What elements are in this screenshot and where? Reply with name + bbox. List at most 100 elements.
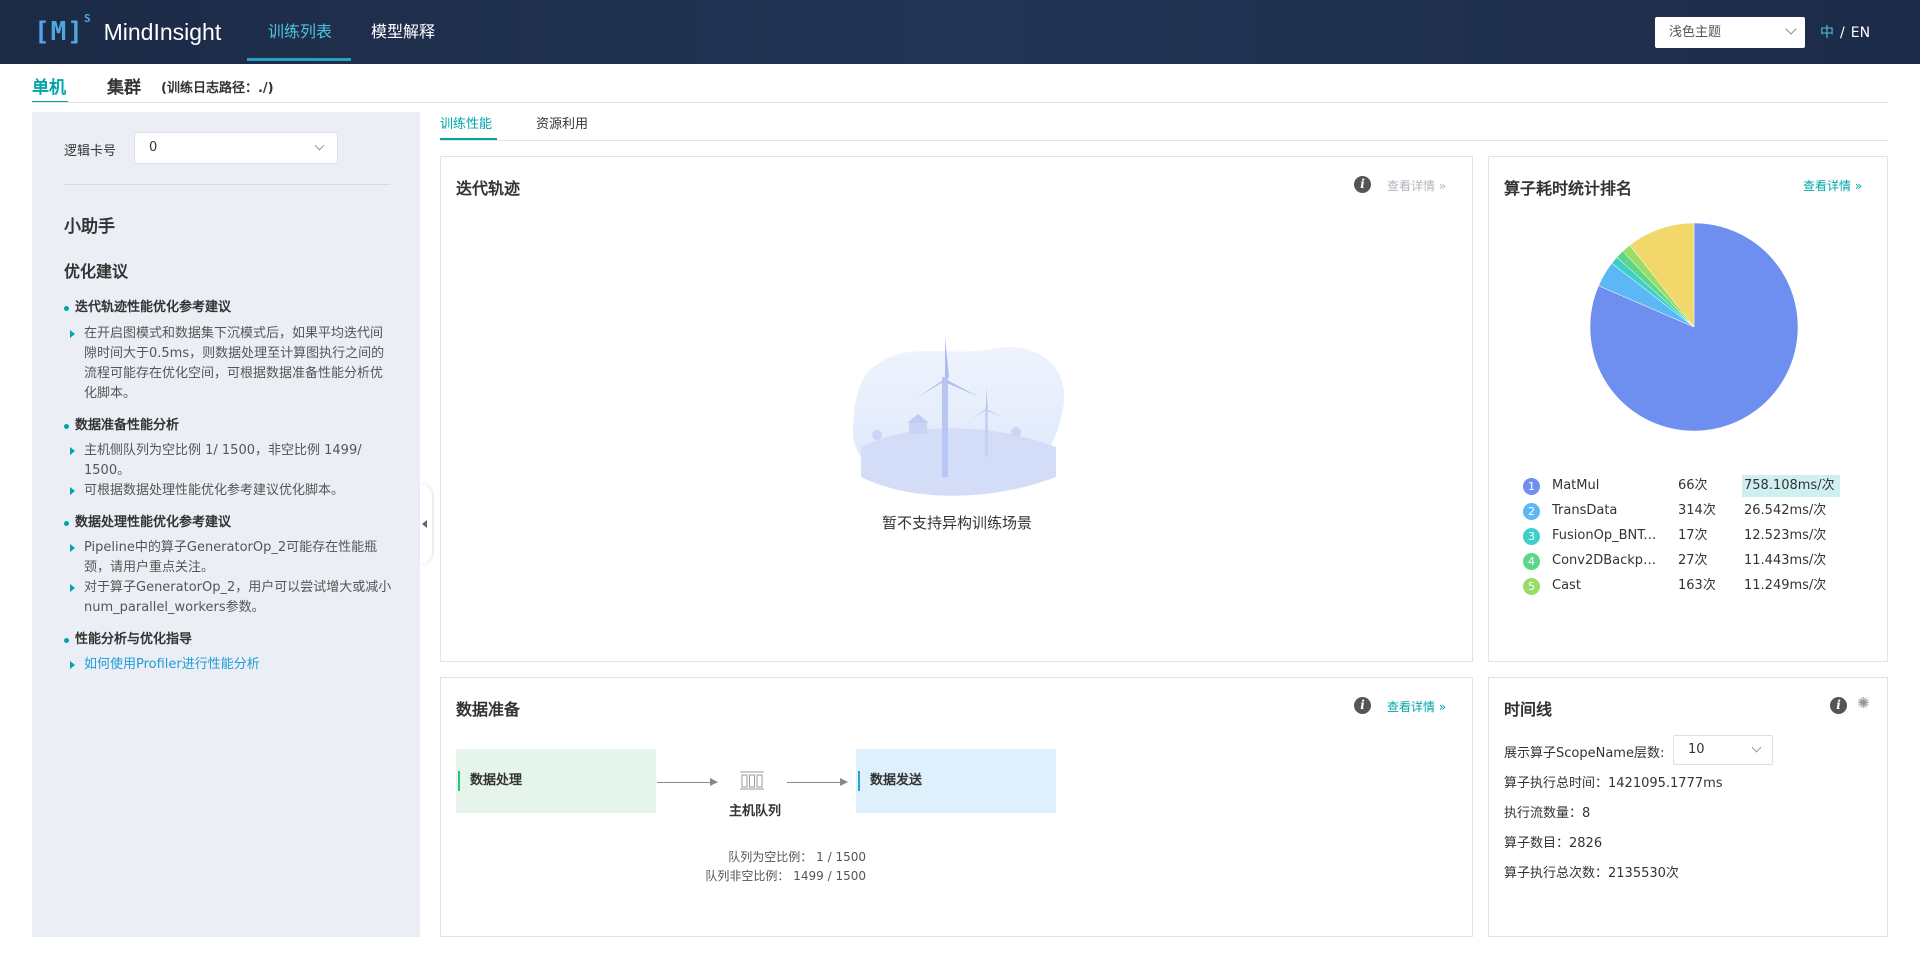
chevron-down-icon — [1751, 742, 1762, 753]
nav-train-list[interactable]: 训练列表 — [268, 0, 332, 64]
operator-name: Cast — [1552, 578, 1581, 593]
helper-title: 小助手 — [64, 217, 115, 237]
view-details-link[interactable]: 查看详情 » — [1387, 698, 1446, 715]
operator-count: 27次 — [1678, 553, 1708, 568]
operator-name: TransData — [1552, 503, 1618, 518]
scope-depth-select[interactable]: 10 — [1673, 735, 1773, 765]
queue-icon — [740, 771, 764, 790]
panel-title: 迭代轨迹 — [456, 179, 521, 198]
suggestion-group-title: 性能分析与优化指导 — [64, 630, 394, 650]
operator-name: FusionOp_BNTrainingUpdate — [1552, 528, 1660, 543]
stream-count: 执行流数量：8 — [1504, 806, 1591, 821]
tab-single[interactable]: 单机 — [32, 73, 66, 98]
theme-select-value: 浅色主题 — [1669, 25, 1722, 40]
operator-count: 314次 — [1678, 503, 1716, 518]
empty-illustration — [852, 337, 1065, 496]
legend-row[interactable]: 1 MatMul 66次 758.108ms/次 — [1523, 475, 1853, 500]
gear-icon[interactable]: ✺ — [1857, 694, 1870, 712]
view-details-link[interactable]: 查看详情 » — [1803, 177, 1862, 194]
panel-title: 时间线 — [1504, 700, 1553, 719]
card-select[interactable]: 0 — [134, 132, 338, 164]
operator-count: 17次 — [1678, 528, 1708, 543]
log-path: (训练日志路径：./) — [161, 81, 274, 96]
suggestion-item: Pipeline中的算子GeneratorOp_2可能存在性能瓶颈，请用户重点关… — [64, 538, 394, 578]
total-exec-time: 算子执行总时间：1421095.1777ms — [1504, 776, 1723, 791]
rank-badge: 2 — [1523, 503, 1540, 520]
rank-badge: 3 — [1523, 528, 1540, 545]
scope-depth-label: 展示算子ScopeName层数: — [1504, 746, 1665, 761]
lang-separator: / — [1840, 25, 1845, 41]
suggestion-item: 可根据数据处理性能优化参考建议优化脚本。 — [64, 481, 394, 501]
info-icon[interactable]: i — [1354, 176, 1371, 193]
data-send-box[interactable]: 数据发送 — [856, 749, 1056, 813]
mindinsight-logo[interactable]: [M]S MindInsight — [34, 12, 222, 50]
operator-pie-chart — [1589, 222, 1799, 432]
legend-row[interactable]: 3 FusionOp_BNTrainingUpdate 17次 12.523ms… — [1523, 525, 1853, 550]
operator-count: 163次 — [1678, 578, 1716, 593]
rank-badge: 1 — [1523, 478, 1540, 495]
profiler-guide-link[interactable]: 如何使用Profiler进行性能分析 — [64, 655, 394, 675]
logo-mark: [M]S — [34, 12, 92, 47]
operator-legend: 1 MatMul 66次 758.108ms/次 2 TransData 314… — [1523, 475, 1853, 600]
operator-time: 11.443ms/次 — [1744, 553, 1827, 568]
rank-badge: 4 — [1523, 553, 1540, 570]
step-trace-panel: 迭代轨迹 i 查看详情 » 暂不支持异构训练场景 — [440, 156, 1473, 662]
scope-depth-value: 10 — [1688, 742, 1705, 757]
nav-active-indicator — [247, 58, 351, 61]
tab-cluster[interactable]: 集群 — [107, 73, 141, 98]
legend-row[interactable]: 2 TransData 314次 26.542ms/次 — [1523, 500, 1853, 525]
host-queue-label: 主机队列 — [729, 804, 782, 819]
tab-training-performance[interactable]: 训练性能 — [440, 113, 492, 132]
suggestion-item: 对于算子GeneratorOp_2，用户可以尝试增大或减小num_paralle… — [64, 578, 394, 618]
suggestion-group-title: 数据处理性能优化参考建议 — [64, 513, 394, 533]
logo-text: MindInsight — [103, 18, 222, 45]
timeline-panel: 时间线 i ✺ 展示算子ScopeName层数: 10 算子执行总时间：1421… — [1488, 677, 1888, 937]
empty-state-text: 暂不支持异构训练场景 — [881, 514, 1032, 532]
lang-cn[interactable]: 中 — [1820, 25, 1834, 41]
operator-time: 26.542ms/次 — [1744, 503, 1827, 518]
legend-row[interactable]: 4 Conv2DBackpropInput 27次 11.443ms/次 — [1523, 550, 1853, 575]
operator-name: MatMul — [1552, 478, 1600, 493]
queue-nonempty-ratio: 队列非空比例： 1499 / 1500 — [705, 869, 866, 883]
operator-time: 758.108ms/次 — [1742, 475, 1840, 497]
operator-count: 算子数目：2826 — [1504, 836, 1603, 851]
flow-arrow — [787, 778, 848, 786]
operator-count: 66次 — [1678, 478, 1708, 493]
card-select-value: 0 — [149, 140, 158, 155]
rank-badge: 5 — [1523, 578, 1540, 595]
data-prep-panel: 数据准备 i 查看详情 » 数据处理 主机队列 数据发送 队列为空比例： 1 /… — [440, 677, 1473, 937]
sidebar-collapse-button[interactable] — [420, 484, 432, 564]
card-label: 逻辑卡号 — [64, 144, 117, 159]
panel-title: 算子耗时统计排名 — [1504, 179, 1633, 198]
info-icon[interactable]: i — [1354, 697, 1371, 714]
info-icon[interactable]: i — [1830, 697, 1847, 714]
nav-model-explain[interactable]: 模型解释 — [371, 0, 435, 64]
divider — [64, 184, 390, 185]
suggestion-item: 主机侧队列为空比例 1/ 1500，非空比例 1499/ 1500。 — [64, 441, 394, 481]
flow-arrow — [657, 778, 718, 786]
divider — [32, 102, 1888, 103]
tab-resource-utilization[interactable]: 资源利用 — [536, 113, 588, 132]
suggestion-item: 在开启图模式和数据集下沉模式后，如果平均迭代间隙时间大于0.5ms，则数据处理至… — [64, 324, 394, 404]
divider — [440, 140, 1888, 141]
legend-row[interactable]: 5 Cast 163次 11.249ms/次 — [1523, 575, 1853, 600]
language-switch: 中 / EN — [1820, 22, 1870, 42]
suggestion-group-title: 数据准备性能分析 — [64, 416, 394, 436]
view-details-link[interactable]: 查看详情 » — [1387, 177, 1446, 194]
operator-name: Conv2DBackpropInput — [1552, 553, 1660, 568]
operator-time: 11.249ms/次 — [1744, 578, 1827, 593]
top-header: [M]S MindInsight 训练列表 模型解释 浅色主题 中 / EN — [0, 0, 1920, 64]
chevron-down-icon — [314, 140, 325, 151]
theme-select[interactable]: 浅色主题 — [1655, 17, 1805, 48]
suggestion-group-title: 迭代轨迹性能优化参考建议 — [64, 298, 394, 318]
lang-en[interactable]: EN — [1851, 25, 1870, 41]
operator-time: 12.523ms/次 — [1744, 528, 1827, 543]
optimization-title: 优化建议 — [64, 262, 129, 281]
helper-sidebar: 逻辑卡号 0 小助手 优化建议 迭代轨迹性能优化参考建议 在开启图模式和数据集下… — [32, 112, 420, 937]
panel-title: 数据准备 — [456, 700, 521, 719]
operator-exec-count: 算子执行总次数：2135530次 — [1504, 866, 1679, 881]
chevron-down-icon — [1785, 23, 1797, 35]
queue-empty-ratio: 队列为空比例： 1 / 1500 — [728, 850, 866, 864]
data-process-box[interactable]: 数据处理 — [456, 749, 656, 813]
suggestion-list: 迭代轨迹性能优化参考建议 在开启图模式和数据集下沉模式后，如果平均迭代间隙时间大… — [64, 298, 394, 675]
